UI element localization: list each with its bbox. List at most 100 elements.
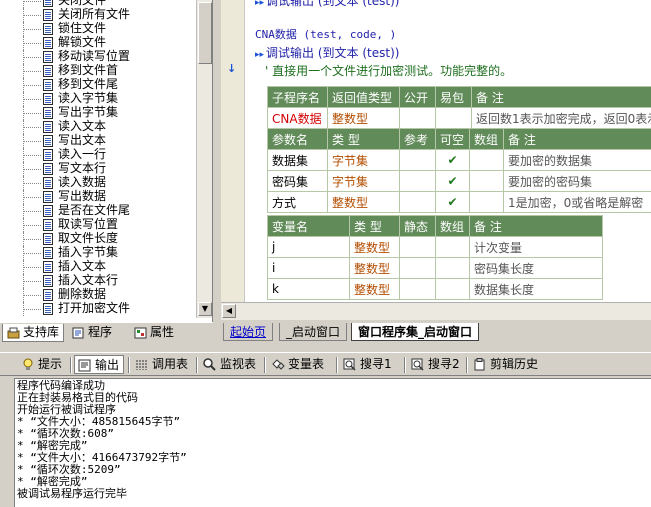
- tree-item[interactable]: 读入字节集: [0, 91, 196, 106]
- param-type-cell[interactable]: 字节集: [327, 149, 400, 171]
- output-panel[interactable]: 程序代码编译成功 正在封装易格式目的代码 开始运行被调试程序 * “文件大小：4858…: [14, 378, 651, 507]
- var-row[interactable]: j 整数型 计次变量: [267, 236, 603, 258]
- param-row[interactable]: 密码集 字节集 ✔ 要加密的密码集: [267, 170, 651, 192]
- tree-item[interactable]: 移到文件尾: [0, 77, 196, 92]
- scroll-left-arrow-icon[interactable]: ◀: [222, 304, 236, 318]
- sub-return-type-cell[interactable]: 整数型: [327, 107, 400, 129]
- param-row[interactable]: 方式 整数型 ✔ 1是加密，0或省略是解密: [267, 191, 651, 213]
- var-static-cell[interactable]: [399, 236, 436, 258]
- code-area[interactable]: ▸▸ 调试输出 (到文本 (test)) CNA数据 (test, code, )…: [245, 0, 651, 302]
- variable-table-button[interactable]: 变量表: [268, 355, 328, 374]
- tree-item[interactable]: 是否在文件尾: [0, 203, 196, 218]
- param-ref-cell[interactable]: [399, 191, 436, 213]
- tree-item[interactable]: 打开加密文件: [0, 301, 196, 316]
- watch-table-button[interactable]: 监视表: [200, 355, 260, 374]
- tab-start-page[interactable]: 起始页: [223, 323, 274, 341]
- tree-item[interactable]: 读入数据: [0, 175, 196, 190]
- param-type-cell[interactable]: 字节集: [327, 170, 400, 192]
- tree-scroll-thumb[interactable]: [198, 2, 212, 64]
- param-array-cell[interactable]: [469, 170, 504, 192]
- var-array-cell[interactable]: [435, 236, 470, 258]
- tab-program[interactable]: 程序: [68, 324, 126, 342]
- tree-item[interactable]: 关闭所有文件: [0, 7, 196, 22]
- tree-item[interactable]: 插入文本行: [0, 273, 196, 288]
- tree-item[interactable]: 写文本行: [0, 161, 196, 176]
- tree-item[interactable]: 插入字节集: [0, 245, 196, 260]
- tree-item[interactable]: 写出数据: [0, 189, 196, 204]
- tab-property-label: 属性: [150, 325, 175, 339]
- var-type-cell[interactable]: 整数型: [349, 236, 400, 258]
- var-note-cell[interactable]: 数据集长度: [469, 278, 603, 300]
- sub-name-cell[interactable]: CNA数据: [267, 107, 328, 129]
- param-array-cell[interactable]: [469, 149, 504, 171]
- command-doc-icon: [43, 107, 53, 119]
- var-type-cell[interactable]: 整数型: [349, 257, 400, 279]
- tab-startup-window[interactable]: _启动窗口: [279, 323, 348, 341]
- param-array-cell[interactable]: [469, 191, 504, 213]
- code-editor[interactable]: ↓ ▸▸ 调试输出 (到文本 (test)) CNA数据 (test, code,…: [221, 0, 651, 302]
- scroll-down-arrow-icon[interactable]: ▼: [198, 302, 212, 316]
- tab-property[interactable]: 属性: [130, 324, 188, 342]
- var-row[interactable]: k 整数型 数据集长度: [267, 278, 603, 300]
- search2-button[interactable]: 搜寻2: [408, 355, 464, 374]
- tree-item[interactable]: 读入文本: [0, 119, 196, 134]
- var-row[interactable]: i 整数型 密码集长度: [267, 257, 603, 279]
- tree-item-label: 解锁文件: [58, 35, 107, 49]
- tree-item[interactable]: 移到文件首: [0, 63, 196, 78]
- param-note-cell[interactable]: 1是加密，0或省略是解密: [503, 191, 651, 213]
- param-nullable-check-icon[interactable]: ✔: [435, 191, 470, 213]
- search1-button[interactable]: 搜寻1: [340, 355, 396, 374]
- var-type-cell[interactable]: 整数型: [349, 278, 400, 300]
- tree-item[interactable]: 写出字节集: [0, 105, 196, 120]
- param-ref-cell[interactable]: [399, 170, 436, 192]
- tab-support-library[interactable]: 支持库: [2, 324, 64, 342]
- tree-branch-line: [24, 225, 41, 226]
- param-nullable-check-icon[interactable]: ✔: [435, 170, 470, 192]
- param-note-cell[interactable]: 要加密的数据集: [503, 149, 651, 171]
- tree-item[interactable]: 删除数据: [0, 287, 196, 302]
- var-name-cell[interactable]: k: [267, 278, 350, 300]
- hint-button[interactable]: 提示: [18, 355, 66, 374]
- sub-note-cell[interactable]: 返回数1表示加密完成，返回0表示: [471, 107, 651, 129]
- param-type-cell[interactable]: 整数型: [327, 191, 400, 213]
- editor-horizontal-scrollbar[interactable]: ◀: [221, 302, 651, 320]
- param-name-cell[interactable]: 数据集: [267, 149, 328, 171]
- var-name-cell[interactable]: j: [267, 236, 350, 258]
- tree-item-label: 关闭文件: [58, 0, 107, 7]
- clip-history-button[interactable]: 剪辑历史: [470, 355, 542, 374]
- call-table-label: 调用表: [152, 357, 189, 371]
- hint-label: 提示: [38, 357, 63, 371]
- sub-public-cell[interactable]: [399, 107, 436, 129]
- var-note-cell[interactable]: 密码集长度: [469, 257, 603, 279]
- param-ref-cell[interactable]: [399, 149, 436, 171]
- tree-item[interactable]: 插入文本: [0, 259, 196, 274]
- tree-item[interactable]: 解锁文件: [0, 35, 196, 50]
- call-table-button[interactable]: 调用表: [132, 355, 192, 374]
- param-nullable-check-icon[interactable]: ✔: [435, 149, 470, 171]
- tab-startup-window-assembly[interactable]: 窗口程序集_启动窗口: [351, 323, 480, 341]
- tree-item[interactable]: 取读写位置: [0, 217, 196, 232]
- var-note-cell[interactable]: 计次变量: [469, 236, 603, 258]
- watch-table-label: 监视表: [220, 357, 257, 371]
- sub-easy-cell[interactable]: [435, 107, 472, 129]
- col-param-name: 参数名: [267, 128, 328, 150]
- var-array-cell[interactable]: [435, 257, 470, 279]
- output-button[interactable]: 输出: [74, 355, 125, 374]
- var-name-cell[interactable]: i: [267, 257, 350, 279]
- var-static-cell[interactable]: [399, 278, 436, 300]
- param-row[interactable]: 数据集 字节集 ✔ 要加密的数据集: [267, 149, 651, 171]
- tree-item[interactable]: 取文件长度: [0, 231, 196, 246]
- param-name-cell[interactable]: 密码集: [267, 170, 328, 192]
- tree-branch-line: [24, 183, 41, 184]
- param-name-cell[interactable]: 方式: [267, 191, 328, 213]
- var-array-cell[interactable]: [435, 278, 470, 300]
- output-label: 输出: [95, 358, 120, 372]
- var-static-cell[interactable]: [399, 257, 436, 279]
- tree-vertical-scrollbar[interactable]: ▼: [196, 0, 212, 318]
- tree-item[interactable]: 锁住文件: [0, 21, 196, 36]
- tree-branch-line: [24, 267, 41, 268]
- tree-item[interactable]: 写出文本: [0, 133, 196, 148]
- tree-item[interactable]: 移动读写位置: [0, 49, 196, 64]
- tree-item[interactable]: 读入一行: [0, 147, 196, 162]
- param-note-cell[interactable]: 要加密的密码集: [503, 170, 651, 192]
